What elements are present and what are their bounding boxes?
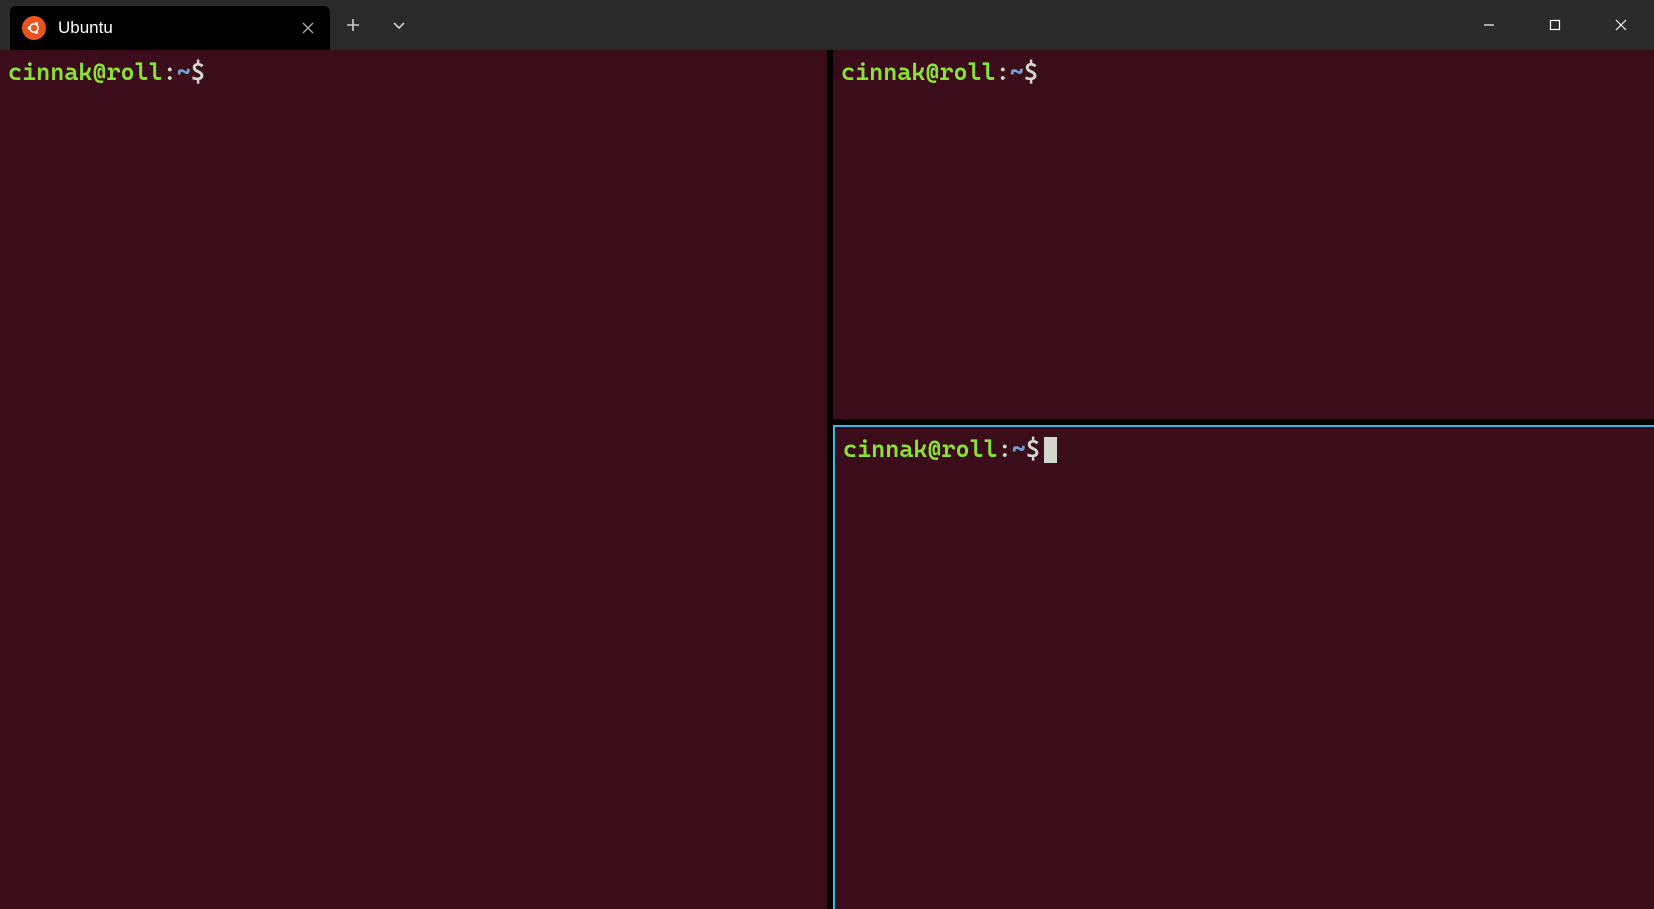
prompt-path: ~ <box>1010 58 1024 86</box>
prompt-dollar: $ <box>1024 58 1038 86</box>
tab-close-button[interactable] <box>298 18 318 38</box>
terminal-area: cinnak@roll:~$ cinnak@roll:~$ cinnak@rol… <box>0 50 1654 909</box>
tab-dropdown-button[interactable] <box>376 0 422 50</box>
terminal-right-column: cinnak@roll:~$ cinnak@roll:~$ <box>827 50 1654 909</box>
prompt-line: cinnak@roll:~$ <box>841 58 1038 86</box>
prompt-user-host: cinnak@roll <box>843 435 998 463</box>
ubuntu-icon <box>22 16 46 40</box>
vertical-splitter[interactable] <box>824 50 830 909</box>
terminal-pane-bottom-right[interactable]: cinnak@roll:~$ <box>833 425 1654 909</box>
tab-title: Ubuntu <box>58 18 286 38</box>
prompt-line: cinnak@roll:~$ <box>843 435 1057 463</box>
prompt-path: ~ <box>1012 435 1026 463</box>
prompt-user-host: cinnak@roll <box>8 58 163 86</box>
cursor-icon <box>1044 437 1057 463</box>
prompt-user-host: cinnak@roll <box>841 58 996 86</box>
titlebar-left: Ubuntu <box>0 0 422 50</box>
tab-ubuntu[interactable]: Ubuntu <box>10 6 330 50</box>
prompt-line: cinnak@roll:~$ <box>8 58 205 86</box>
minimize-button[interactable] <box>1456 0 1522 50</box>
prompt-dollar: $ <box>1026 435 1040 463</box>
prompt-separator: : <box>996 58 1010 86</box>
prompt-separator: : <box>163 58 177 86</box>
maximize-button[interactable] <box>1522 0 1588 50</box>
window-controls <box>1456 0 1654 50</box>
close-window-button[interactable] <box>1588 0 1654 50</box>
prompt-path: ~ <box>177 58 191 86</box>
new-tab-button[interactable] <box>330 0 376 50</box>
prompt-dollar: $ <box>191 58 205 86</box>
terminal-pane-left[interactable]: cinnak@roll:~$ <box>0 50 827 909</box>
titlebar-tab-actions <box>330 0 422 50</box>
titlebar: Ubuntu <box>0 0 1654 50</box>
prompt-separator: : <box>998 435 1012 463</box>
terminal-pane-top-right[interactable]: cinnak@roll:~$ <box>833 50 1654 419</box>
